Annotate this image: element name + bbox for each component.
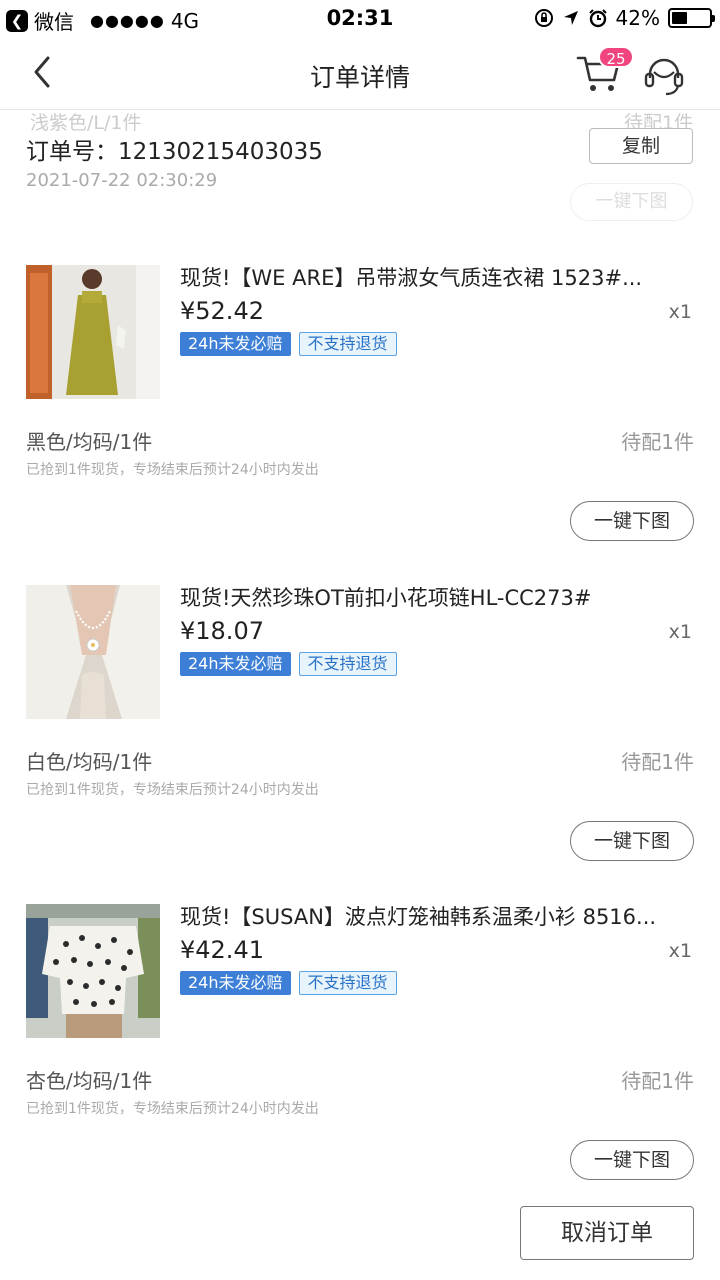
product-quantity: x1 [668,940,692,962]
product-thumbnail[interactable] [26,904,160,1038]
product-thumbnail[interactable] [26,585,160,719]
product-title[interactable]: 现货!【SUSAN】波点灯笼袖韩系温柔小衫 8516... [180,904,696,930]
allocation-status: 待配1件 [621,750,694,774]
no-return-tag: 不支持退货 [298,652,397,676]
customer-service-icon[interactable] [642,54,686,98]
product-quantity: x1 [668,301,692,323]
product-title[interactable]: 现货!天然珍珠OT前扣小花项链HL-CC273# [180,585,696,611]
cart-count-badge: 25 [598,46,634,68]
download-images-button[interactable]: 一键下图 [570,821,694,861]
rotation-lock-icon [534,9,553,27]
scrolled-spec-ghost: 浅紫色/L/1件 [30,112,142,134]
order-number: 订单号：12130215403035 [26,139,323,165]
product-quantity: x1 [668,621,692,643]
alarm-icon [588,9,607,28]
product-title[interactable]: 现货!【WE ARE】吊带淑女气质连衣裙 1523#... [180,265,696,291]
order-time: 2021-07-22 02:30:29 [26,170,218,191]
order-item: 现货!【WE ARE】吊带淑女气质连衣裙 1523#... ¥52.42 x1 … [0,265,720,565]
battery-icon [668,8,715,28]
cancel-order-button[interactable]: 取消订单 [520,1206,694,1260]
product-price: ¥52.42 [180,297,264,325]
product-spec: 白色/均码/1件 [26,750,153,774]
copy-button[interactable]: 复制 [589,128,693,164]
guarantee-tag: 24h未发必赔 [180,652,291,676]
allocation-status: 待配1件 [621,430,694,454]
no-return-tag: 不支持退货 [298,332,397,356]
download-images-button[interactable]: 一键下图 [570,501,694,541]
product-price: ¥18.07 [180,617,264,645]
order-item: 现货!【SUSAN】波点灯笼袖韩系温柔小衫 8516... ¥42.41 x1 … [0,904,720,1204]
product-spec: 杏色/均码/1件 [26,1069,153,1093]
product-spec: 黑色/均码/1件 [26,430,153,454]
battery-percent: 42% [615,6,660,30]
shipping-note: 已抢到1件现货，专场结束后预计24小时内发出 [26,782,319,798]
product-price: ¥42.41 [180,936,264,964]
allocation-status: 待配1件 [621,1069,694,1093]
product-thumbnail[interactable] [26,265,160,399]
scrolled-download-button-ghost: 一键下图 [570,183,693,221]
shipping-note: 已抢到1件现货，专场结束后预计24小时内发出 [26,462,319,478]
status-bar: ❮ 微信 ●●●●● 4G 02:31 42% [0,0,720,36]
no-return-tag: 不支持退货 [298,971,397,995]
guarantee-tag: 24h未发必赔 [180,971,291,995]
guarantee-tag: 24h未发必赔 [180,332,291,356]
location-icon [563,11,578,25]
order-item: 现货!天然珍珠OT前扣小花项链HL-CC273# ¥18.07 x1 24h未发… [0,585,720,885]
shipping-note: 已抢到1件现货，专场结束后预计24小时内发出 [26,1101,319,1117]
navigation-bar: 订单详情 25 [0,36,720,110]
download-images-button[interactable]: 一键下图 [570,1140,694,1180]
